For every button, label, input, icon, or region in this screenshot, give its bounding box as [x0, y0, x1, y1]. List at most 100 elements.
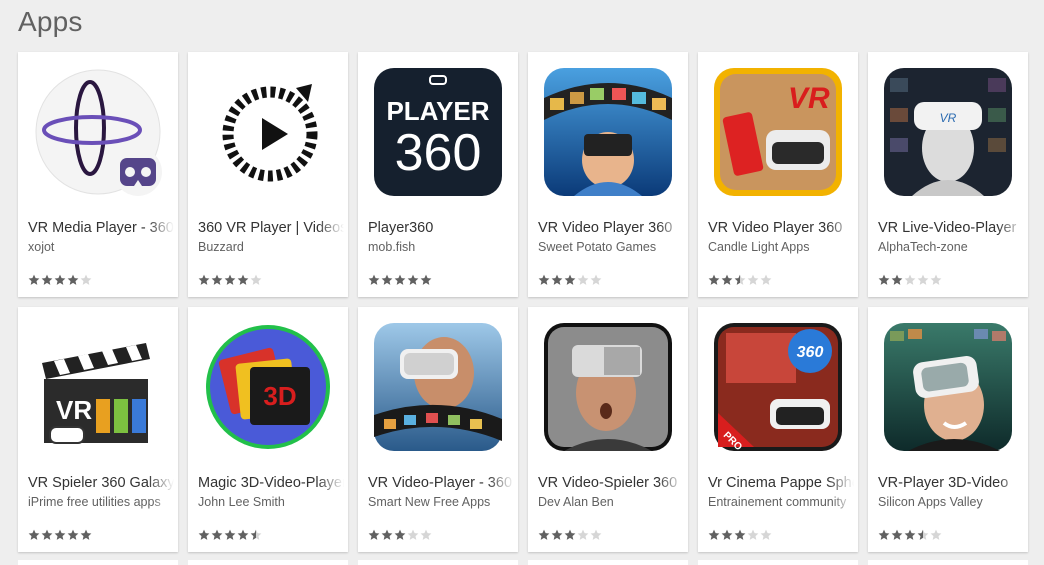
star-icon — [721, 274, 733, 285]
star-icon — [420, 529, 432, 540]
developer-name[interactable]: Sweet Potato Games — [538, 240, 684, 254]
star-icon — [54, 274, 66, 285]
next-row-card-edge — [698, 560, 858, 565]
app-card[interactable]: 3D Magic 3D-Video-Player John Lee Smith — [188, 307, 348, 552]
star-icon — [930, 529, 942, 540]
star-icon — [211, 529, 223, 540]
developer-name[interactable]: mob.fish — [368, 240, 514, 254]
app-card[interactable]: 360 PRO Vr Cinema Pappe Sphere Entrainem… — [698, 307, 858, 552]
app-name[interactable]: VR Video-Spieler 360 — [538, 475, 684, 491]
star-icon — [368, 274, 380, 285]
app-card[interactable]: VR VR Spieler 360 Galaxy iPrime free uti… — [18, 307, 178, 552]
star-icon — [211, 274, 223, 285]
app-name[interactable]: Player360 — [368, 220, 514, 236]
developer-name[interactable]: Candle Light Apps — [708, 240, 854, 254]
star-icon — [904, 529, 916, 540]
app-card[interactable]: PLAYER 360 Player360 mob.fish — [358, 52, 518, 297]
app-name[interactable]: VR Video Player 360 — [538, 220, 684, 236]
svg-text:3D: 3D — [263, 381, 296, 411]
app-card[interactable]: 360 VR Player | Videos Buzzard — [188, 52, 348, 297]
app-card[interactable]: VR-Player 3D-Video Silicon Apps Valley — [868, 307, 1028, 552]
star-icon — [538, 529, 550, 540]
next-row-card-edge — [358, 560, 518, 565]
star-icon — [747, 274, 759, 285]
vr-cinema-icon: 360 PRO — [714, 323, 842, 451]
360-vr-player-icon — [204, 68, 332, 196]
developer-name[interactable]: iPrime free utilities apps — [28, 495, 174, 509]
star-icon — [590, 274, 602, 285]
developer-name[interactable]: Dev Alan Ben — [538, 495, 684, 509]
app-card[interactable]: VR Video Player 360 Sweet Potato Games — [528, 52, 688, 297]
star-icon — [551, 529, 563, 540]
app-name[interactable]: VR Media Player - 360° Viewer — [28, 220, 174, 236]
developer-name[interactable]: Smart New Free Apps — [368, 495, 514, 509]
rating-stars — [878, 274, 942, 286]
star-icon — [237, 529, 249, 540]
rating-stars — [28, 274, 92, 286]
magic-3d-video-player-icon: 3D — [204, 323, 332, 451]
app-name[interactable]: 360 VR Player | Videos — [198, 220, 344, 236]
developer-name[interactable]: John Lee Smith — [198, 495, 344, 509]
developer-name[interactable]: Silicon Apps Valley — [878, 495, 1024, 509]
star-icon — [28, 529, 40, 540]
star-icon — [917, 274, 929, 285]
svg-text:PLAYER: PLAYER — [386, 96, 489, 126]
svg-text:360: 360 — [395, 124, 482, 182]
star-icon — [67, 274, 79, 285]
star-icon — [381, 529, 393, 540]
star-icon — [551, 274, 563, 285]
rating-stars — [538, 274, 602, 286]
app-card[interactable]: VR Video-Spieler 360 Dev Alan Ben — [528, 307, 688, 552]
svg-text:VR: VR — [56, 395, 92, 425]
star-icon — [250, 529, 262, 540]
vr-video-player-man-icon — [374, 323, 502, 451]
app-card[interactable]: VR VR Video Player 360 Candle Light Apps — [698, 52, 858, 297]
star-icon — [381, 274, 393, 285]
next-row-card-edge — [18, 560, 178, 565]
star-icon — [41, 529, 53, 540]
star-icon — [368, 529, 380, 540]
star-icon — [878, 529, 890, 540]
rating-stars — [368, 529, 432, 541]
rating-stars — [708, 529, 772, 541]
star-icon — [538, 274, 550, 285]
star-icon — [420, 274, 432, 285]
star-icon — [407, 274, 419, 285]
rating-stars — [368, 274, 432, 286]
app-name[interactable]: VR-Player 3D-Video — [878, 475, 1024, 491]
app-name[interactable]: VR Video-Player - 360 — [368, 475, 514, 491]
developer-name[interactable]: xojot — [28, 240, 174, 254]
app-card[interactable]: VR Media Player - 360° Viewer xojot — [18, 52, 178, 297]
star-icon — [80, 274, 92, 285]
vr-video-spieler-icon — [544, 323, 672, 451]
rating-stars — [708, 274, 772, 286]
developer-name[interactable]: AlphaTech-zone — [878, 240, 1024, 254]
app-name[interactable]: Vr Cinema Pappe Sphere — [708, 475, 854, 491]
app-name[interactable]: VR Spieler 360 Galaxy — [28, 475, 174, 491]
svg-text:VR: VR — [940, 111, 957, 125]
rating-stars — [28, 529, 92, 541]
next-row-card-edge — [868, 560, 1028, 565]
rating-stars — [198, 529, 262, 541]
star-icon — [564, 274, 576, 285]
star-icon — [577, 529, 589, 540]
star-icon — [590, 529, 602, 540]
developer-name[interactable]: Entrainement community — [708, 495, 854, 509]
vr-video-player-headset-icon: VR — [714, 68, 842, 196]
app-name[interactable]: Magic 3D-Video-Player — [198, 475, 344, 491]
svg-text:360: 360 — [797, 344, 824, 361]
star-icon — [224, 529, 236, 540]
vr-live-video-player-icon: VR — [884, 68, 1012, 196]
app-card[interactable]: VR VR Live-Video-Player AlphaTech-zone — [868, 52, 1028, 297]
star-icon — [224, 274, 236, 285]
developer-name[interactable]: Buzzard — [198, 240, 344, 254]
star-icon — [760, 274, 772, 285]
app-card[interactable]: VR Video-Player - 360 Smart New Free App… — [358, 307, 518, 552]
app-name[interactable]: VR Video Player 360 — [708, 220, 854, 236]
rating-stars — [878, 529, 942, 541]
star-icon — [708, 529, 720, 540]
star-icon — [41, 274, 53, 285]
player360-icon: PLAYER 360 — [374, 68, 502, 196]
app-name[interactable]: VR Live-Video-Player — [878, 220, 1024, 236]
next-row-card-edge — [528, 560, 688, 565]
